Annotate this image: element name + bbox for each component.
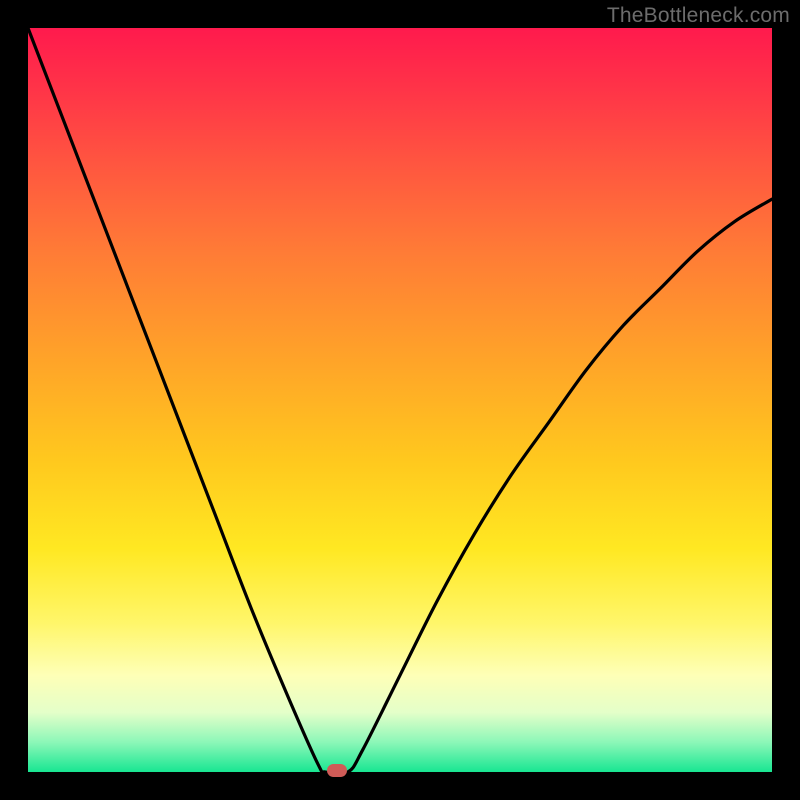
curve-svg [28,28,772,772]
plot-area [28,28,772,772]
optimal-marker [327,764,347,777]
chart-frame: TheBottleneck.com [0,0,800,800]
watermark-text: TheBottleneck.com [607,4,790,28]
bottleneck-curve [28,28,772,772]
